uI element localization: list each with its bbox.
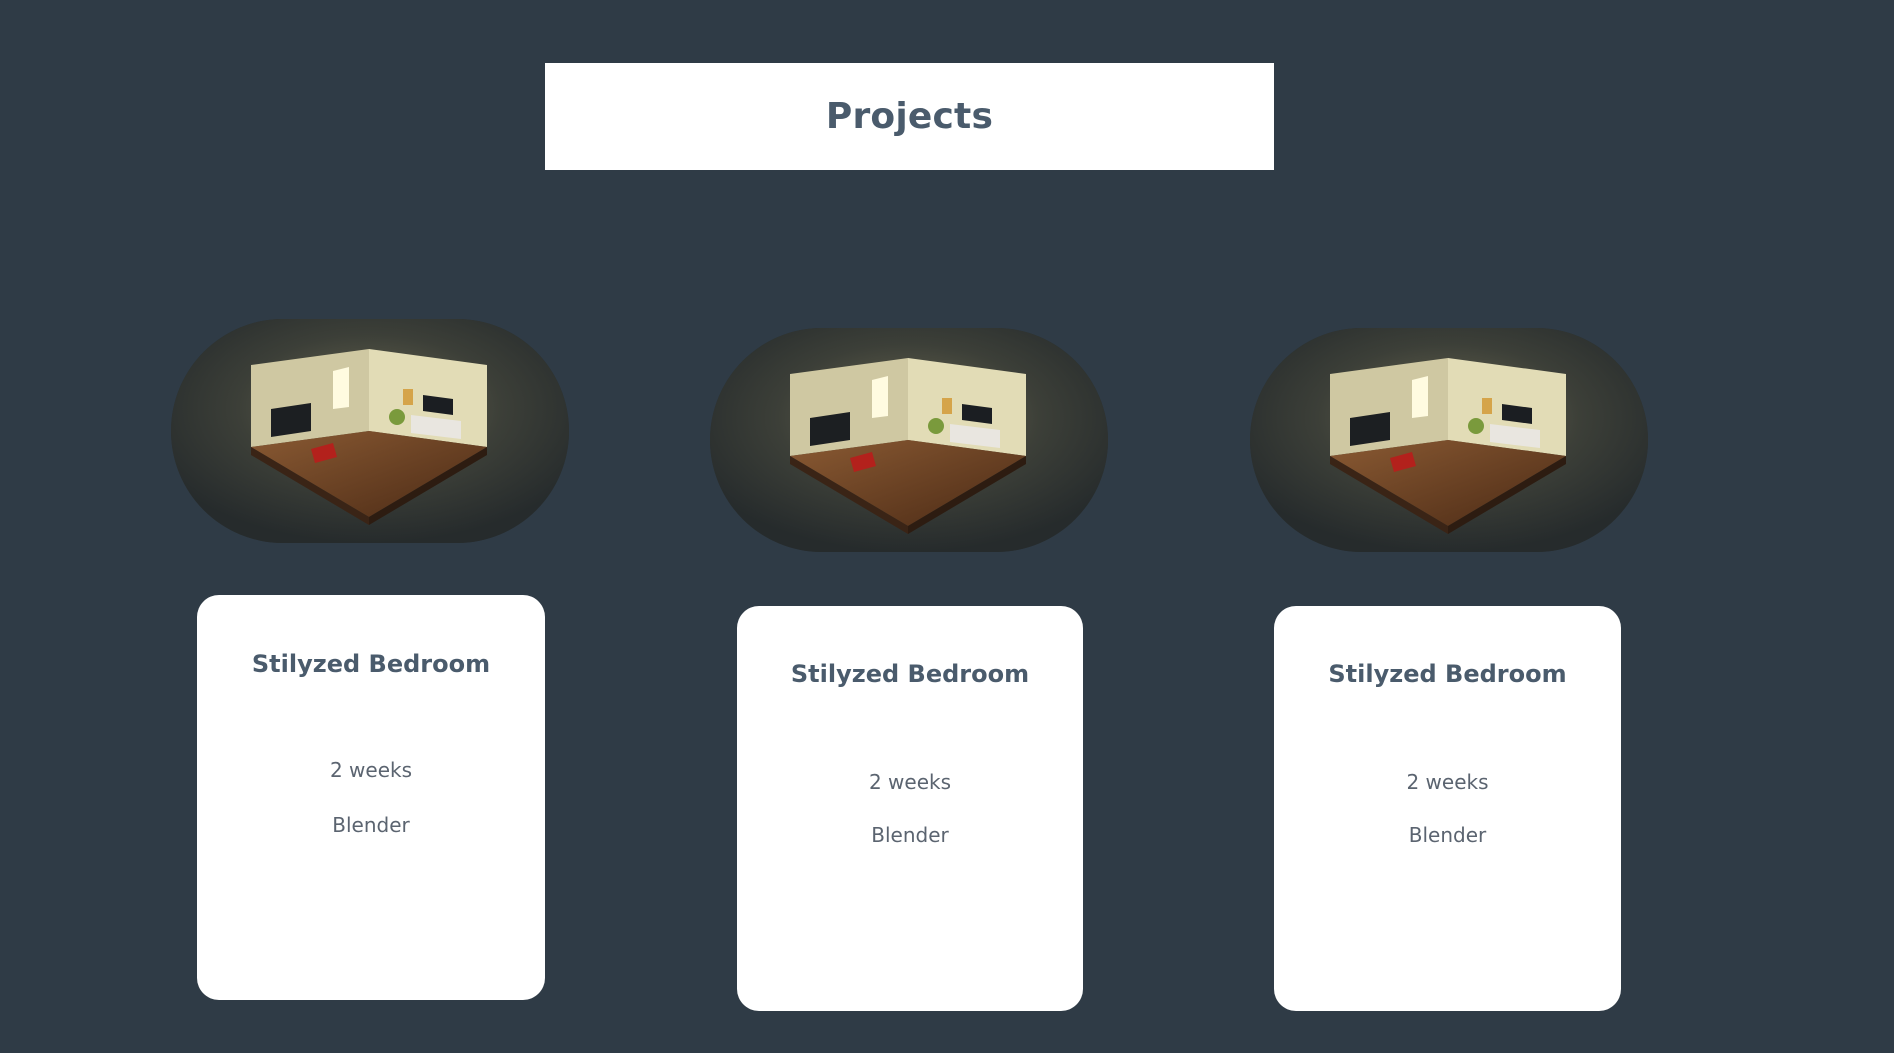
project-card-1[interactable]: Stilyzed Bedroom 2 weeks Blender bbox=[197, 595, 545, 1000]
project-tool: Blender bbox=[332, 813, 410, 837]
project-title: Stilyzed Bedroom bbox=[790, 660, 1030, 688]
project-image-1[interactable] bbox=[171, 319, 569, 543]
bedroom-render-image bbox=[710, 328, 1108, 552]
project-title: Stilyzed Bedroom bbox=[1328, 660, 1567, 688]
bedroom-render-image bbox=[1250, 328, 1648, 552]
project-card-2[interactable]: Stilyzed Bedroom 2 weeks Blender bbox=[737, 606, 1083, 1011]
project-tool: Blender bbox=[1408, 823, 1487, 847]
project-card-3[interactable]: Stilyzed Bedroom 2 weeks Blender bbox=[1274, 606, 1621, 1011]
project-duration: 2 weeks bbox=[868, 770, 952, 794]
page-title: Projects bbox=[825, 96, 994, 137]
project-title: Stilyzed Bedroom bbox=[251, 650, 491, 678]
page-header: Projects bbox=[545, 63, 1274, 170]
project-image-3[interactable] bbox=[1250, 328, 1648, 552]
project-tool: Blender bbox=[871, 823, 949, 847]
project-image-2[interactable] bbox=[710, 328, 1108, 552]
project-duration: 2 weeks bbox=[329, 758, 413, 782]
bedroom-render-image bbox=[171, 319, 569, 543]
project-duration: 2 weeks bbox=[1406, 770, 1489, 794]
